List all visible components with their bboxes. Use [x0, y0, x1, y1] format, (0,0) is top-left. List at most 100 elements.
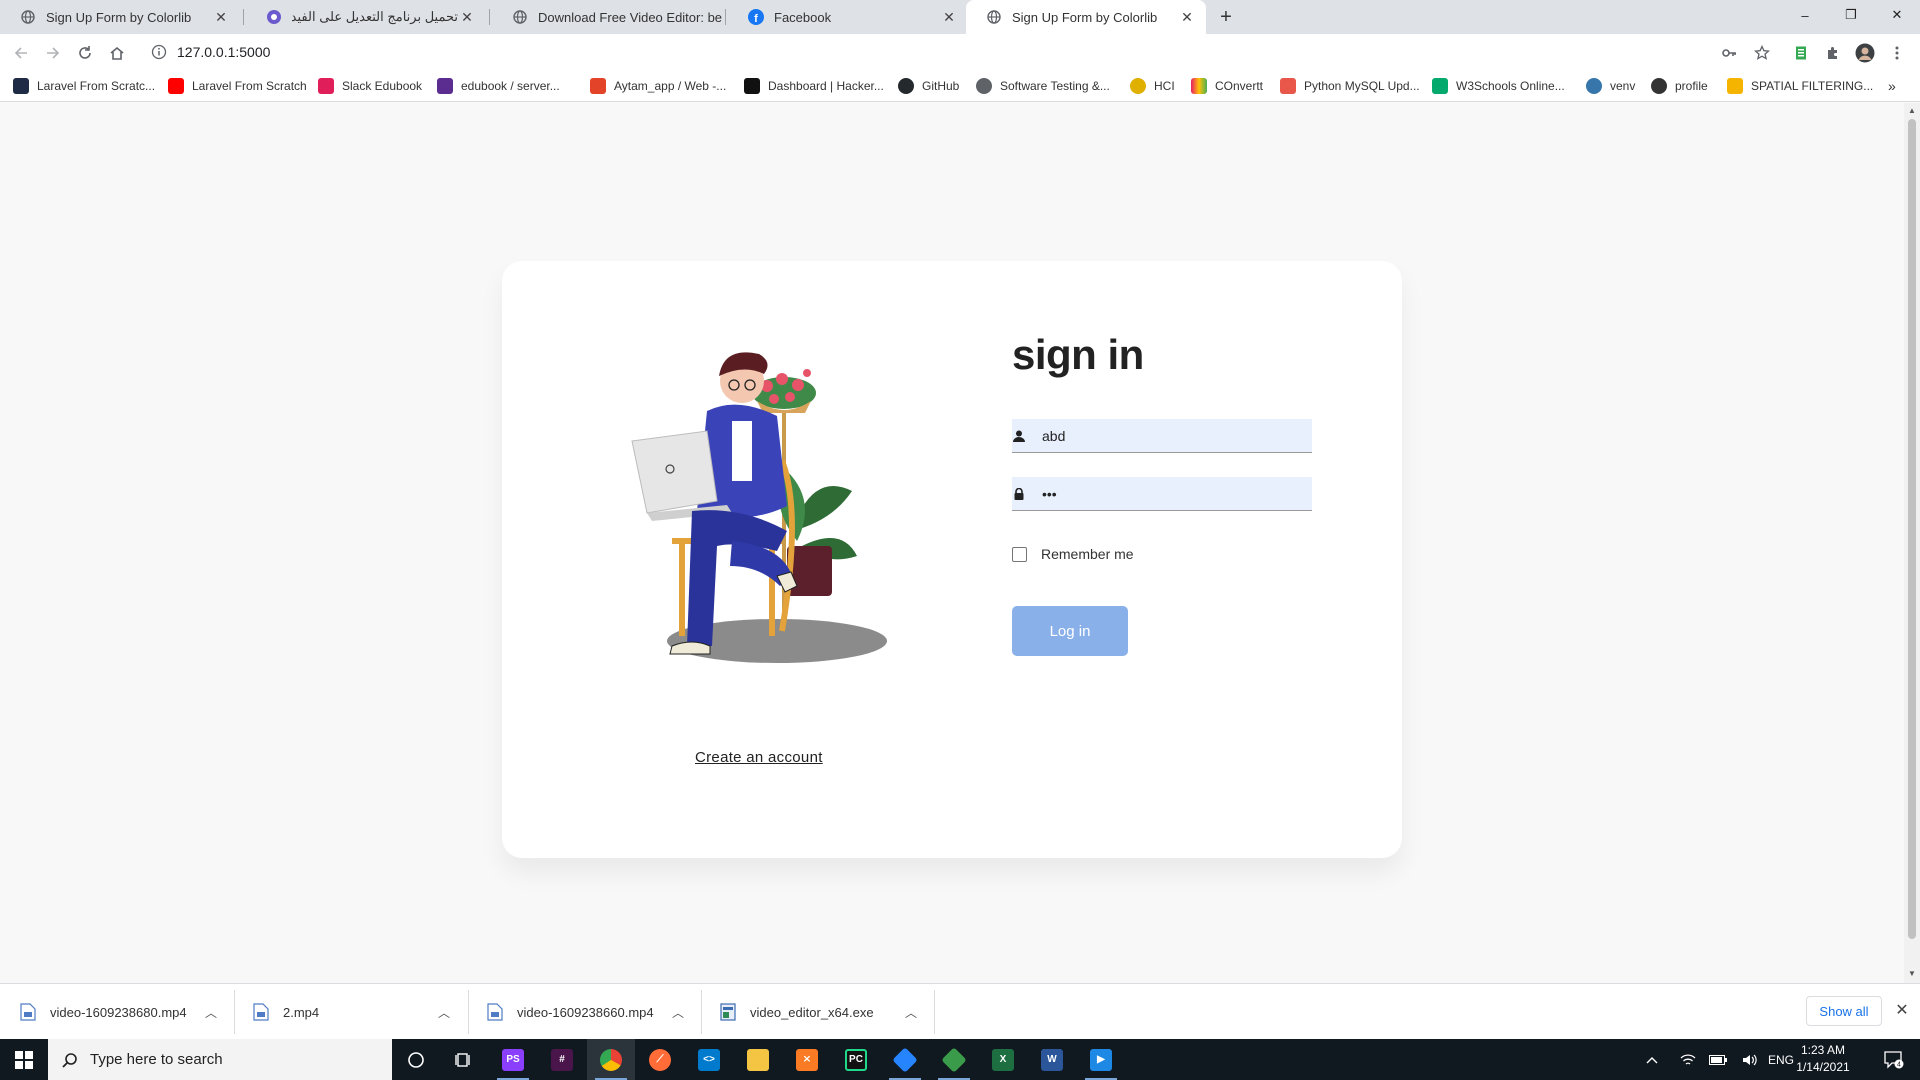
username-field[interactable]: abd — [1012, 419, 1312, 453]
password-key-button[interactable] — [1718, 42, 1740, 64]
extensions-button[interactable] — [1822, 42, 1844, 64]
network-button[interactable] — [1676, 1039, 1700, 1080]
bookmark-hackerrank[interactable]: Dashboard | Hacker... — [744, 77, 884, 95]
create-account-link[interactable]: Create an account — [695, 749, 823, 766]
taskbar-app-video-editor[interactable]: ▶ — [1077, 1039, 1125, 1080]
scroll-down-icon[interactable]: ▼ — [1908, 969, 1916, 978]
bookmark-star-button[interactable] — [1751, 42, 1773, 64]
address-bar[interactable]: 127.0.0.1:5000 — [140, 37, 1785, 67]
tab-signup-1[interactable]: Sign Up Form by Colorlib ✕ — [0, 0, 240, 34]
tab-download-video-editor[interactable]: Download Free Video Editor: bes — [492, 0, 732, 34]
download-item[interactable]: video_editor_x64.exe ︿ — [720, 984, 925, 1040]
bookmark-label: COnvertt — [1215, 79, 1264, 93]
tray-overflow-button[interactable] — [1640, 1039, 1664, 1080]
cortana-button[interactable] — [392, 1039, 440, 1080]
bookmark-profile[interactable]: profile — [1651, 77, 1708, 95]
chevron-up-icon[interactable]: ︿ — [905, 1004, 917, 1021]
minimize-button[interactable]: – — [1782, 0, 1828, 30]
password-field[interactable]: ••• — [1012, 477, 1312, 511]
video-file-icon — [487, 1003, 503, 1021]
taskbar-app-xampp[interactable]: ⨯ — [783, 1039, 831, 1080]
bookmark-label: Laravel From Scratc... — [37, 79, 156, 93]
taskbar-app-pycharm[interactable]: PC — [832, 1039, 880, 1080]
close-tab-icon[interactable]: ✕ — [458, 9, 476, 26]
remember-me-checkbox[interactable]: Remember me — [1012, 546, 1134, 562]
download-item[interactable]: 2.mp4 ︿ — [253, 984, 458, 1040]
bookmark-edubook-server[interactable]: edubook / server... — [437, 77, 560, 95]
tab-signup-active[interactable]: Sign Up Form by Colorlib ✕ — [966, 0, 1206, 34]
bookmark-spatial-filtering[interactable]: SPATIAL FILTERING... — [1727, 77, 1873, 95]
bookmark-laravel-scratc[interactable]: Laravel From Scratc... — [13, 77, 155, 95]
page-scrollbar[interactable]: ▲ ▼ — [1904, 103, 1920, 983]
bookmarks-overflow-button[interactable]: » — [1888, 77, 1896, 95]
installer-icon — [720, 1003, 736, 1021]
bookmark-laravel-youtube[interactable]: Laravel From Scratch — [168, 77, 307, 95]
bookmark-site-icon — [1727, 78, 1743, 94]
bookmark-w3schools[interactable]: W3Schools Online... — [1432, 77, 1565, 95]
home-button[interactable] — [106, 42, 128, 64]
taskbar-app-chrome[interactable] — [587, 1039, 635, 1080]
close-shelf-icon[interactable]: ✕ — [1892, 1000, 1912, 1020]
taskbar-app-excel[interactable]: X — [979, 1039, 1027, 1080]
close-window-button[interactable]: ✕ — [1874, 0, 1920, 30]
code-icon — [1651, 78, 1667, 94]
start-button[interactable] — [0, 1039, 48, 1080]
close-tab-icon[interactable]: ✕ — [940, 9, 958, 26]
reload-icon — [79, 46, 91, 59]
bookmark-aytam-app[interactable]: Aytam_app / Web -... — [590, 77, 726, 95]
taskbar-app-sourcetree[interactable] — [881, 1039, 929, 1080]
bookmark-label: Python MySQL Upd... — [1304, 79, 1420, 93]
bookmark-label: SPATIAL FILTERING... — [1751, 79, 1874, 93]
back-button[interactable] — [10, 42, 32, 64]
tab-title: Sign Up Form by Colorlib — [1012, 9, 1158, 25]
globe-icon — [20, 9, 36, 25]
taskbar-app-file-explorer[interactable] — [734, 1039, 782, 1080]
bookmark-convertt[interactable]: COnvertt — [1191, 77, 1263, 95]
taskbar-app-word[interactable]: W — [1028, 1039, 1076, 1080]
taskbar-search[interactable]: Type here to search — [48, 1039, 392, 1080]
login-button[interactable]: Log in — [1012, 606, 1128, 656]
scrollbar-thumb[interactable] — [1908, 119, 1916, 939]
battery-button[interactable] — [1706, 1039, 1730, 1080]
tab-video-editor-arabic[interactable]: تحميل برنامج التعديل على الفيديو 0 ✕ — [246, 0, 486, 34]
volume-button[interactable] — [1738, 1039, 1762, 1080]
taskbar-app-postman[interactable]: ⟋ — [636, 1039, 684, 1080]
profile-avatar[interactable] — [1854, 42, 1876, 64]
show-all-downloads-button[interactable]: Show all — [1806, 996, 1882, 1026]
bookmark-slack-edubook[interactable]: Slack Edubook — [318, 77, 422, 95]
bookmark-label: Software Testing &... — [1000, 79, 1110, 93]
bookmark-venv[interactable]: venv — [1586, 77, 1635, 95]
taskbar-app-phpstorm[interactable]: PS — [489, 1039, 537, 1080]
chevron-up-icon[interactable]: ︿ — [205, 1004, 217, 1021]
checkbox-box[interactable] — [1012, 546, 1027, 562]
taskbar-app-slack[interactable]: # — [538, 1039, 586, 1080]
tab-facebook[interactable]: f Facebook ✕ — [728, 0, 968, 34]
close-tab-icon[interactable]: ✕ — [1178, 9, 1196, 26]
extension-button[interactable] — [1790, 42, 1812, 64]
chevron-up-icon[interactable]: ︿ — [438, 1004, 450, 1021]
download-item[interactable]: video-1609238660.mp4 ︿ — [487, 984, 692, 1040]
bookmark-hci[interactable]: HCI — [1130, 77, 1175, 95]
remember-me-label: Remember me — [1041, 546, 1134, 562]
word-icon: W — [1041, 1048, 1063, 1071]
taskbar-app-vscode[interactable]: <> — [685, 1039, 733, 1080]
username-input[interactable]: abd — [1042, 428, 1065, 444]
download-item[interactable]: video-1609238680.mp4 ︿ — [20, 984, 225, 1040]
reload-button[interactable] — [74, 42, 96, 64]
close-tab-icon[interactable]: ✕ — [212, 9, 230, 26]
chrome-menu-button[interactable] — [1886, 42, 1908, 64]
taskbar-app-sourcetree-2[interactable] — [930, 1039, 978, 1080]
notification-center-button[interactable]: 4 — [1874, 1039, 1914, 1080]
restore-button[interactable]: ❐ — [1828, 0, 1874, 30]
taskbar-clock[interactable]: 1:23 AM 1/14/2021 — [1786, 1042, 1860, 1076]
chevron-up-icon[interactable]: ︿ — [672, 1004, 684, 1021]
task-view-button[interactable] — [440, 1039, 488, 1080]
clock-time: 1:23 AM — [1800, 1043, 1846, 1057]
new-tab-button[interactable]: + — [1214, 5, 1238, 29]
bookmark-python-mysql[interactable]: Python MySQL Upd... — [1280, 77, 1420, 95]
scroll-up-icon[interactable]: ▲ — [1908, 106, 1916, 115]
password-input[interactable]: ••• — [1042, 486, 1057, 502]
forward-button[interactable] — [42, 42, 64, 64]
bookmark-github[interactable]: GitHub — [898, 77, 959, 95]
bookmark-software-testing[interactable]: Software Testing &... — [976, 77, 1110, 95]
